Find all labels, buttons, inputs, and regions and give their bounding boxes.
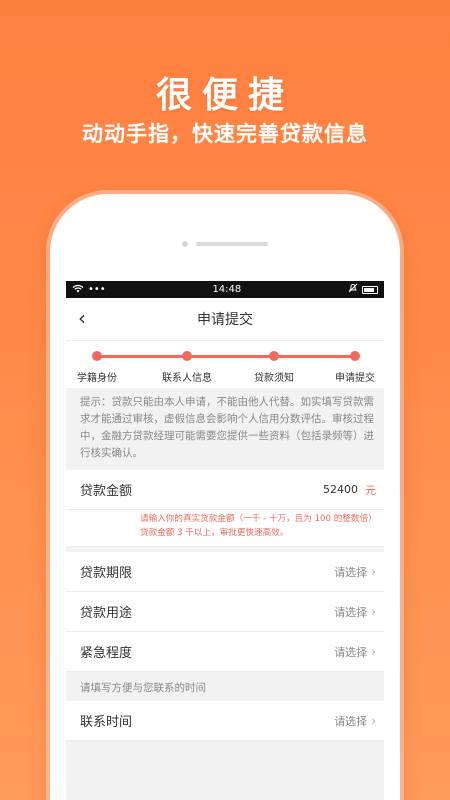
- loan-purpose-row[interactable]: 贷款用途 请选择 ›: [66, 592, 384, 632]
- wifi-icon: [72, 284, 84, 296]
- step-dot: [182, 351, 192, 361]
- step-label: 贷款须知: [254, 373, 294, 384]
- step-label: 学籍身份: [77, 373, 117, 384]
- step-dot: [350, 351, 360, 361]
- chevron-right-icon: ›: [371, 644, 376, 659]
- urgency-row[interactable]: 紧急程度 请选择 ›: [66, 632, 384, 672]
- chevron-right-icon: ›: [371, 564, 376, 579]
- promo-subline: 动动手指，快速完善贷款信息: [82, 122, 368, 146]
- step-dot: [269, 351, 279, 361]
- progress-steps: 学籍身份 联系人信息 贷款须知 申请提交: [66, 340, 384, 388]
- loan-purpose-select[interactable]: 请选择 ›: [334, 604, 376, 620]
- more-dots-icon: •••: [88, 284, 106, 295]
- silent-bell-icon: [348, 283, 358, 296]
- battery-icon: [362, 285, 378, 294]
- contact-time-label: 联系时间: [80, 715, 133, 730]
- contact-time-placeholder: 请选择: [334, 714, 368, 728]
- loan-amount-row[interactable]: 贷款金额 52400 元: [66, 470, 384, 510]
- loan-term-placeholder: 请选择: [334, 565, 368, 579]
- contact-time-hint: 请填写方便与您联系的时间: [66, 672, 384, 701]
- status-time: 14:48: [212, 284, 242, 295]
- step-label: 申请提交: [335, 373, 375, 384]
- loan-amount-unit: 元: [365, 483, 376, 497]
- app-screen: ••• 14:48 ‹ 申请提交 学籍身份 联系人信息 贷款须知 申请提交 提示…: [66, 281, 384, 800]
- loan-amount-label: 贷款金额: [80, 484, 133, 499]
- step-label: 联系人信息: [162, 373, 212, 384]
- progress-line: [97, 355, 355, 358]
- loan-term-label: 贷款期限: [80, 566, 133, 581]
- chevron-right-icon: ›: [371, 713, 376, 728]
- loan-term-row[interactable]: 贷款期限 请选择 ›: [66, 552, 384, 592]
- loan-amount-value-wrap: 52400 元: [323, 482, 376, 498]
- earpiece-speaker: [196, 242, 268, 246]
- promo-headline: 很便捷: [155, 75, 294, 116]
- chevron-right-icon: ›: [371, 604, 376, 619]
- loan-term-select[interactable]: 请选择 ›: [334, 564, 376, 580]
- loan-amount-input[interactable]: 52400: [323, 483, 358, 496]
- loan-purpose-label: 贷款用途: [80, 606, 133, 621]
- loan-purpose-placeholder: 请选择: [334, 605, 368, 619]
- page-title: 申请提交: [197, 312, 253, 328]
- urgency-select[interactable]: 请选择 ›: [334, 644, 376, 660]
- step-dot: [92, 351, 102, 361]
- urgency-placeholder: 请选择: [334, 645, 368, 659]
- front-camera: [182, 241, 188, 247]
- contact-time-select[interactable]: 请选择 ›: [334, 713, 376, 729]
- notice-text: 提示：贷款只能由本人申请，不能由他人代替。如实填写贷款需求才能通过审核，虚假信息…: [66, 388, 384, 470]
- back-arrow-icon[interactable]: ‹: [78, 306, 86, 330]
- status-bar: ••• 14:48: [66, 281, 384, 298]
- contact-time-row[interactable]: 联系时间 请选择 ›: [66, 701, 384, 741]
- urgency-label: 紧急程度: [80, 646, 133, 661]
- nav-bar: ‹ 申请提交: [66, 298, 384, 340]
- loan-amount-hint: 请输入你的真实贷款金额（一千 - 十万，且为 100 的整数倍）贷款金额 3 千…: [66, 510, 384, 547]
